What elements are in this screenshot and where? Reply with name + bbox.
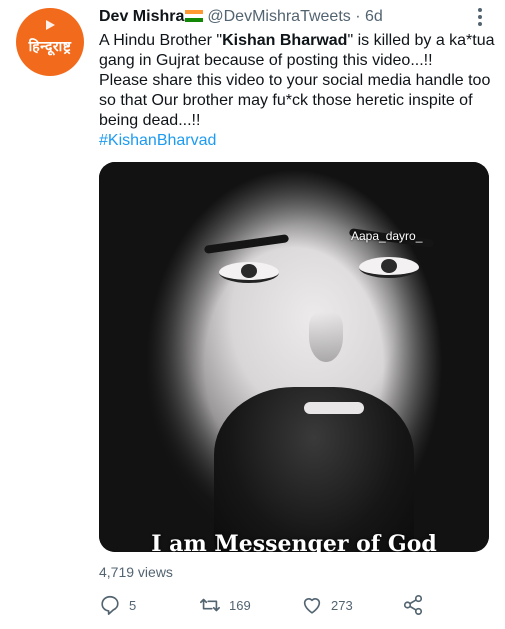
tweet-text-line2: Please share this video to your social m… [99,72,491,129]
nose [309,312,343,362]
retweet-count: 169 [229,597,251,613]
retweet-icon [200,598,220,612]
avatar-text: हिन्दूराष्ट्र [28,37,72,54]
share-button[interactable] [402,594,424,616]
reply-icon [101,595,119,615]
reply-button[interactable]: 5 [99,594,136,616]
mouth [304,402,364,414]
tweet-text-prefix: A Hindu Brother " [99,32,223,49]
right-eye [359,257,419,278]
left-eye [219,262,279,283]
tweet-video[interactable]: Aapa_dayro_ I am Messenger of God [99,162,489,552]
video-caption: I am Messenger of God [151,531,437,552]
more-options-icon[interactable] [478,8,482,26]
reply-count: 5 [129,597,137,613]
author-name[interactable]: Dev Mishra [99,8,184,25]
like-button[interactable]: 273 [301,594,353,616]
tweet-header: Dev Mishra @DevMishraTweets · 6d [99,8,383,26]
retweet-button[interactable]: 169 [199,594,251,616]
share-icon [403,595,423,615]
video-watermark: Aapa_dayro_ [351,229,423,243]
saffron-flag-icon [46,20,55,30]
tweet-text-bold: Kishan Bharwad [222,32,348,49]
separator-dot: · [355,8,361,25]
author-avatar[interactable]: हिन्दूराष्ट्र [16,8,84,76]
tweet-text: A Hindu Brother "Kishan Bharwad" is kill… [99,31,495,151]
like-count: 273 [331,597,353,613]
like-icon [303,598,321,614]
hashtag-link[interactable]: #KishanBharvad [99,132,216,149]
tweet-timestamp[interactable]: 6d [365,8,383,25]
view-count: 4,719 views [99,564,173,580]
india-flag-icon [185,10,204,22]
author-handle[interactable]: @DevMishraTweets [207,8,350,25]
